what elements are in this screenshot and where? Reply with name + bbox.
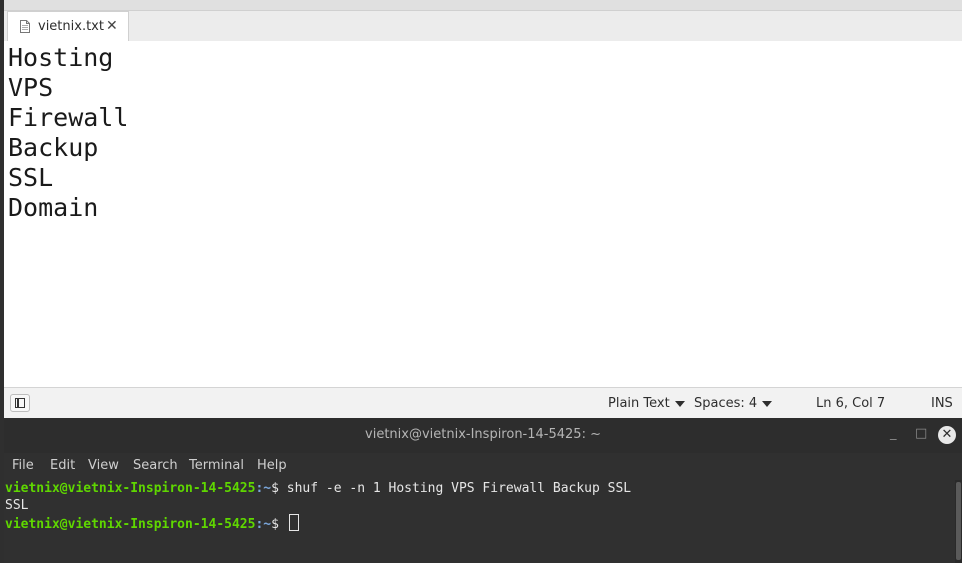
prompt-path: :~ [255, 517, 272, 532]
prompt-user: vietnix@vietnix-Inspiron-14-5425 [5, 481, 256, 496]
terminal-output[interactable]: vietnix@vietnix-Inspiron-14-5425:~$ shuf… [4, 480, 954, 563]
desktop: vietnix.txt ✕ Hosting VPS Firewall Backu… [0, 0, 962, 563]
editor-text-area[interactable]: Hosting VPS Firewall Backup SSL Domain [4, 41, 962, 387]
menu-help[interactable]: Help [257, 458, 287, 473]
command-text: shuf -e -n 1 Hosting VPS Firewall Backup… [286, 481, 632, 496]
insert-mode-indicator: INS [931, 396, 953, 411]
editor-line: Firewall [8, 103, 129, 132]
text-file-icon [20, 20, 30, 33]
editor-line: Hosting [8, 43, 114, 72]
active-prompt-line: vietnix@vietnix-Inspiron-14-5425:~$ [5, 514, 299, 533]
language-label: Plain Text [608, 396, 670, 411]
prompt-user: vietnix@vietnix-Inspiron-14-5425 [5, 517, 256, 532]
window-left-border [0, 0, 4, 563]
close-tab-icon[interactable]: ✕ [106, 18, 118, 34]
menu-edit[interactable]: Edit [50, 458, 75, 473]
close-window-icon[interactable]: ✕ [938, 426, 956, 444]
scrollbar-thumb[interactable] [956, 482, 961, 560]
terminal-menu-bar: File Edit View Search Terminal Help [4, 453, 962, 480]
cursor-position[interactable]: Ln 6, Col 7 [816, 396, 885, 412]
language-selector[interactable]: Plain Text [608, 396, 685, 412]
menu-view[interactable]: View [88, 458, 119, 473]
chevron-down-icon [674, 400, 685, 407]
indent-selector[interactable]: Spaces: 4 [694, 396, 773, 412]
tab-bar-top-strip [0, 0, 962, 11]
terminal-scrollbar[interactable] [955, 480, 962, 563]
prompt-symbol: $ [271, 481, 287, 496]
text-editor-window: vietnix.txt ✕ Hosting VPS Firewall Backu… [0, 0, 962, 418]
command-line: vietnix@vietnix-Inspiron-14-5425:~$ shuf… [5, 480, 631, 497]
menu-terminal[interactable]: Terminal [189, 458, 244, 473]
status-bar: Plain Text Spaces: 4 Ln 6, Col 7 INS [0, 387, 962, 418]
indent-label: Spaces: 4 [694, 396, 758, 411]
terminal-title: vietnix@vietnix-Inspiron-14-5425: ~ [365, 427, 601, 442]
menu-search[interactable]: Search [133, 458, 178, 473]
prompt-path: :~ [255, 481, 272, 496]
editor-line: VPS [8, 73, 54, 102]
editor-line: Backup [8, 133, 99, 162]
terminal-title-bar[interactable]: vietnix@vietnix-Inspiron-14-5425: ~ _ □ … [4, 418, 962, 453]
side-panel-toggle-icon[interactable] [10, 394, 30, 412]
prompt-symbol: $ [271, 517, 287, 532]
command-output: SSL [5, 498, 29, 513]
chevron-down-icon [762, 400, 773, 407]
menu-file[interactable]: File [12, 458, 34, 473]
tab-vietnix-txt[interactable]: vietnix.txt ✕ [7, 11, 129, 41]
editor-line: SSL [8, 163, 54, 192]
minimize-icon[interactable]: _ [890, 426, 897, 442]
tab-label: vietnix.txt [38, 19, 104, 34]
text-cursor [288, 514, 299, 531]
tab-bar: vietnix.txt ✕ [0, 0, 962, 42]
editor-line: Domain [8, 193, 99, 222]
terminal-window: vietnix@vietnix-Inspiron-14-5425: ~ _ □ … [0, 418, 962, 563]
maximize-icon[interactable]: □ [915, 426, 927, 442]
